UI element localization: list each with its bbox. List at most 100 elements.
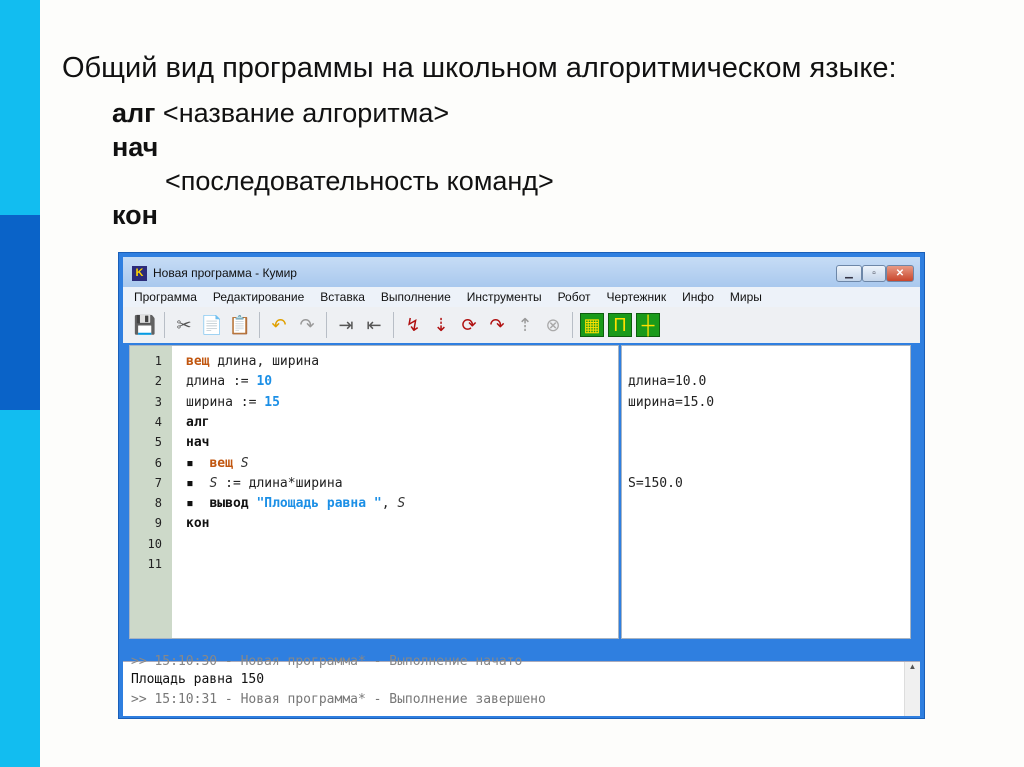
step-into-button[interactable]: ↷	[485, 313, 509, 337]
code-token-kb: вывод	[209, 496, 249, 512]
code-line[interactable]: ▪ вещ S	[186, 456, 249, 471]
toolbar-separator	[393, 312, 394, 338]
values-margin: длина=10.0 ширина=15.0 S=150.0	[621, 345, 911, 639]
app-icon: K	[132, 266, 147, 281]
copy-button[interactable]: 📄	[200, 313, 224, 337]
indent-icon: ⇥	[338, 314, 354, 335]
save-button[interactable]: 💾	[133, 313, 157, 337]
menu-bar: Программа Редактирование Вставка Выполнение…	[123, 287, 920, 307]
code-token-kw: вещ	[186, 354, 210, 369]
drawer-icon: П	[613, 314, 627, 335]
code-token-kb: ▪	[186, 455, 210, 471]
code-token-text: ,	[381, 496, 398, 512]
indent-button[interactable]: ⇥	[334, 313, 358, 337]
undo-icon: ↶	[271, 314, 287, 335]
toolbar: 💾 ✂ 📄 📋 ↶ ↷ ⇥ ⇤ ↯ ⇣ ⟳ ↷ ⇡ ⊗ ▦ П ┼	[123, 307, 920, 343]
step-into-icon: ↷	[489, 314, 505, 335]
slide-heading: Общий вид программы на школьном алгоритм…	[62, 52, 897, 84]
console-scrollbar[interactable]: ▲	[904, 662, 920, 716]
redo-button[interactable]: ↷	[295, 313, 319, 337]
code-line[interactable]: кон	[186, 516, 209, 531]
code-token-kw: вещ	[209, 455, 233, 471]
code-token-var: S	[240, 455, 249, 471]
minimize-icon: ▁	[845, 268, 853, 279]
coordinate-button[interactable]: ┼	[636, 313, 660, 337]
menu-item[interactable]: Инструменты	[467, 290, 542, 304]
outdent-button[interactable]: ⇤	[362, 313, 386, 337]
robot-field-icon: ▦	[583, 314, 601, 335]
paste-button[interactable]: 📋	[228, 313, 252, 337]
toolbar-separator	[326, 312, 327, 338]
menu-item[interactable]: Робот	[558, 290, 591, 304]
line-number: 9	[154, 516, 162, 531]
code-token-str: "Площадь равна "	[256, 496, 382, 512]
run-icon: ↯	[405, 314, 421, 335]
code-token-text: длина :=	[186, 374, 257, 390]
menu-item[interactable]: Чертежник	[607, 290, 667, 304]
code-line[interactable]: длина := 10	[186, 374, 272, 389]
code-line[interactable]: вещ длина, ширина	[186, 354, 319, 369]
maximize-button[interactable]: ▫	[862, 265, 886, 282]
toolbar-separator	[572, 312, 573, 338]
step-over-button[interactable]: ⟳	[457, 313, 481, 337]
cut-icon: ✂	[176, 314, 192, 335]
code-line[interactable]: ▪ вывод "Площадь равна ", S	[186, 496, 405, 511]
code-line[interactable]: ширина := 15	[186, 395, 280, 410]
code-line[interactable]: нач	[186, 435, 209, 450]
menu-item[interactable]: Инфо	[682, 290, 714, 304]
margin-value: длина=10.0	[628, 374, 707, 390]
copy-icon: 📄	[200, 314, 224, 335]
step-over-icon: ⟳	[461, 314, 477, 335]
paste-icon: 📋	[228, 314, 252, 335]
keyword: алг	[112, 98, 156, 128]
line-number: 7	[154, 475, 162, 490]
robot-field-button[interactable]: ▦	[580, 313, 604, 337]
code-line[interactable]: алг	[186, 415, 209, 430]
menu-item[interactable]: Выполнение	[381, 290, 451, 304]
toolbar-separator	[164, 312, 165, 338]
line-number: 4	[154, 414, 162, 429]
run-step-button[interactable]: ⇣	[429, 313, 453, 337]
output-console[interactable]: ▲ >> 15:10:30 - Новая программа* - Выпол…	[123, 654, 920, 716]
menu-item[interactable]: Миры	[730, 290, 762, 304]
code-token-num: 10	[256, 374, 273, 390]
line-number: 3	[154, 394, 162, 409]
window-title: Новая программа - Кумир	[153, 266, 297, 280]
code-editor[interactable]: 1 2 3 4 5 6 7 8 9 10 11 вещ длина, ширина длина := …	[129, 345, 619, 639]
step-out-button[interactable]: ⇡	[513, 313, 537, 337]
close-button[interactable]: ✕	[886, 265, 914, 282]
code-token-kb: ▪	[186, 496, 210, 512]
outdent-icon: ⇤	[366, 314, 382, 335]
code-token-kb: кон	[186, 516, 210, 532]
code-line[interactable]: ▪ S := длина*ширина	[186, 476, 343, 491]
cut-button[interactable]: ✂	[172, 313, 196, 337]
menu-item[interactable]: Вставка	[320, 290, 365, 304]
kumir-window: K Новая программа - Кумир ▁ ▫ ✕ Программ…	[118, 252, 925, 719]
run-step-icon: ⇣	[433, 314, 449, 335]
line-number: 6	[154, 455, 162, 470]
redo-icon: ↷	[299, 314, 315, 335]
text: <название алгоритма>	[155, 98, 450, 128]
minimize-button[interactable]: ▁	[836, 265, 862, 282]
syntax-line-kon: кон	[112, 200, 158, 230]
maximize-icon: ▫	[872, 268, 876, 279]
line-number: 10	[147, 536, 162, 551]
stop-button[interactable]: ⊗	[541, 313, 565, 337]
syntax-line-nach: нач	[112, 132, 159, 162]
title-bar[interactable]: K Новая программа - Кумир ▁ ▫ ✕	[123, 257, 920, 287]
code-token-kb: нач	[186, 435, 210, 451]
menu-item[interactable]: Редактирование	[213, 290, 304, 304]
line-number: 2	[154, 374, 162, 389]
run-button[interactable]: ↯	[401, 313, 425, 337]
menu-item[interactable]: Программа	[134, 290, 197, 304]
code-token-text: := длина*ширина	[217, 475, 343, 491]
line-number: 11	[147, 557, 162, 571]
coordinate-icon: ┼	[641, 314, 655, 335]
console-line: >> 15:10:30 - Новая программа* - Выполне…	[131, 654, 523, 669]
drawer-button[interactable]: П	[608, 313, 632, 337]
save-icon: 💾	[133, 314, 157, 335]
toolbar-separator	[259, 312, 260, 338]
stop-icon: ⊗	[545, 314, 561, 335]
undo-button[interactable]: ↶	[267, 313, 291, 337]
slide-accent-block	[0, 215, 40, 410]
